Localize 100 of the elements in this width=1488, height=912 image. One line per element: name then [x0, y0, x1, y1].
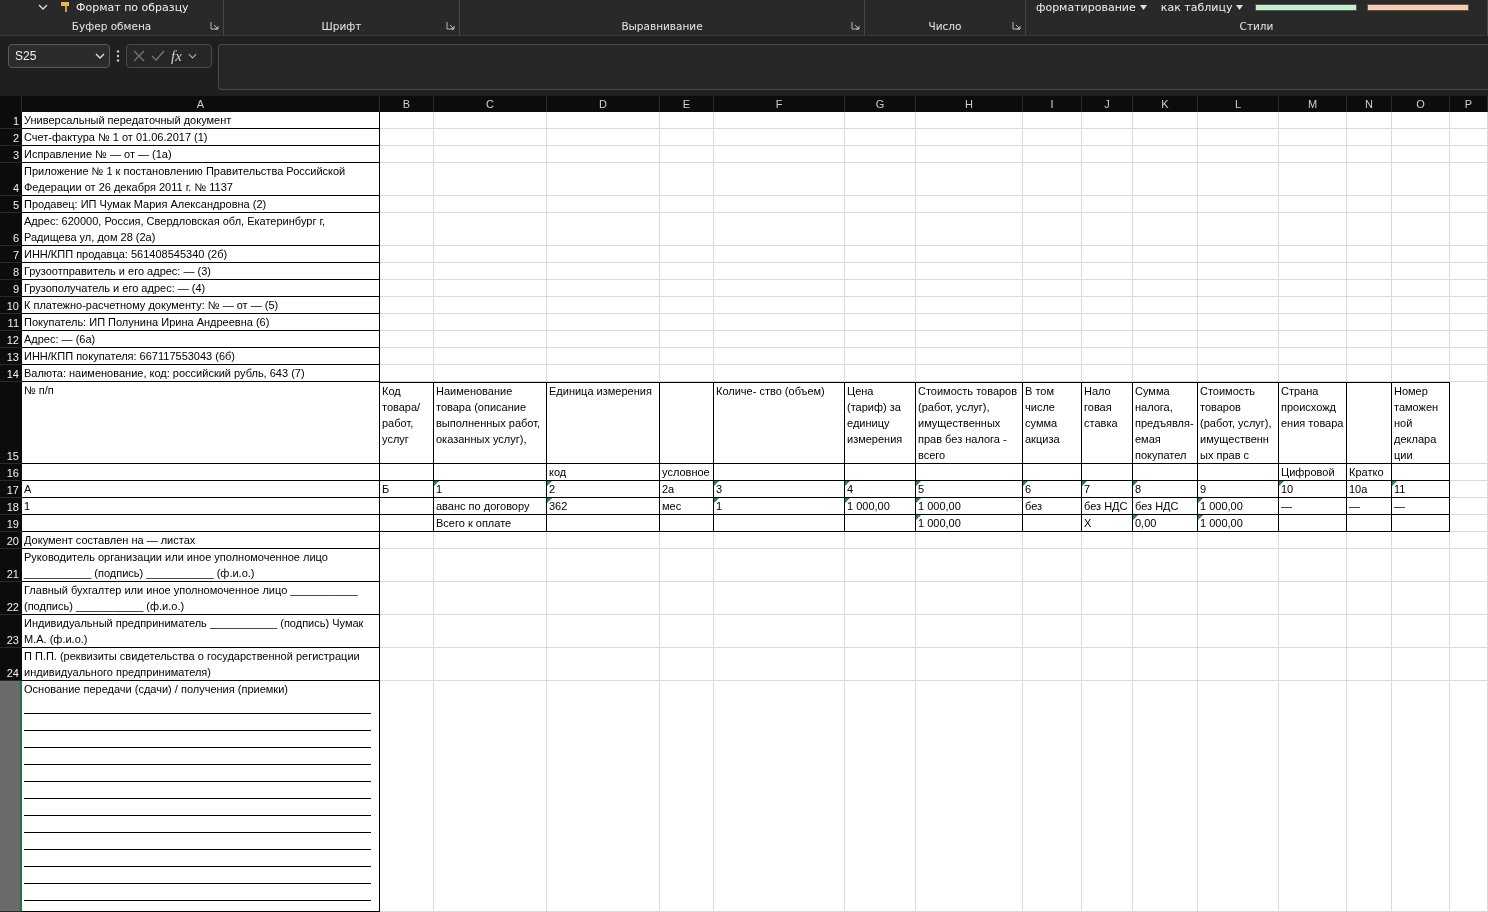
insert-function-button[interactable]: fx [171, 47, 182, 65]
table-cell: Нало говая ставка [1082, 382, 1133, 464]
table-cell: 8 [1133, 481, 1198, 498]
table-cell: К платежно-расчетному документу: № — от — (5) [22, 297, 380, 314]
table-cell: 7 [1082, 481, 1133, 498]
table-cell: — [1347, 498, 1392, 515]
table-cell: без НДС [1133, 498, 1198, 515]
table-cell: 4 [845, 481, 916, 498]
table-cell: Грузоотправитель и его адрес: — (3) [22, 263, 380, 280]
table-cell: 1 [434, 481, 547, 498]
row-header[interactable]: 9 [0, 280, 22, 297]
table-cell: Стоимость товаров (работ, услуг), имущественных прав без налога - всего [916, 382, 1023, 464]
format-painter-button[interactable]: Формат по образцу [58, 0, 191, 14]
table-cell: Главный бухгалтер или иное уполномоченное лицо ___________ (подпись) ___________ (ф.и.о.) [22, 582, 380, 615]
row-header[interactable]: 19 [0, 515, 22, 532]
table-cell: Наименование товара (описание выполненных работ, оказанных услуг), [434, 382, 547, 464]
table-cell: условное [660, 464, 714, 481]
row-header[interactable]: 22 [0, 582, 22, 615]
ribbon-group-label: Число [928, 20, 962, 32]
caret-icon [1139, 4, 1147, 10]
table-cell: — [1279, 498, 1347, 515]
dialog-launcher-icon[interactable] [851, 21, 860, 30]
table-cell: Сумма налога, предъявля- емая покупател [1133, 382, 1198, 464]
row-header[interactable]: 6 [0, 213, 22, 246]
table-cell: 362 [547, 498, 660, 515]
table-cell: ИНН/КПП продавца: 561408545340 (2б) [22, 246, 380, 263]
row-header[interactable]: 7 [0, 246, 22, 263]
formula-input[interactable] [218, 44, 1488, 90]
table-cell: Продавец: ИП Чумак Мария Александровна (2) [22, 196, 380, 213]
table-cell: Страна происхожд ения товара [1279, 382, 1347, 464]
conditional-formatting-button[interactable]: форматирование [1034, 0, 1149, 14]
table-cell: 1 000,00 [1198, 498, 1279, 515]
table-cell: Стоимость товаров (работ, услуг), имущественн ых прав с [1198, 382, 1279, 464]
ribbon-group-label: Выравнивание [621, 20, 703, 32]
table-cell: П П.П. (реквизиты свидетельства о государственной регистрации индивидуального предпринимателя) [22, 648, 380, 681]
row-header[interactable]: 16 [0, 464, 22, 481]
row-header[interactable]: 18 [0, 498, 22, 515]
table-cell: Цена (тариф) за единицу измерения [845, 382, 916, 464]
row-header[interactable]: 13 [0, 348, 22, 365]
dialog-launcher-icon[interactable] [1012, 21, 1021, 30]
table-cell: мес [660, 498, 714, 515]
row-header[interactable]: 20 [0, 532, 22, 549]
table-cell: Счет-фактура № 1 от 01.06.2017 (1) [22, 129, 380, 146]
table-cell: ИНН/КПП покупателя: 667117553043 (6б) [22, 348, 380, 365]
table-cell: Основание передачи (сдачи) / получения (приемки) [22, 681, 380, 912]
table-cell: Количе- ство (объем) [714, 382, 845, 464]
table-cell: Адрес: — (6а) [22, 331, 380, 348]
table-cell: 3 [714, 481, 845, 498]
table-cell: — [1392, 498, 1450, 515]
chevron-down-icon [95, 53, 105, 59]
dialog-launcher-icon[interactable] [210, 21, 219, 30]
row-header[interactable]: 4 [0, 163, 22, 196]
cell-style-swatch[interactable] [1255, 3, 1358, 11]
table-cell: Всего к оплате [434, 515, 547, 532]
row-header[interactable]: 14 [0, 365, 22, 382]
row-header[interactable]: 5 [0, 196, 22, 213]
row-header[interactable]: 15 [0, 382, 22, 464]
row-header[interactable]: 2 [0, 129, 22, 146]
more-options-icon[interactable] [116, 50, 120, 62]
cell-style-swatch[interactable] [1367, 3, 1470, 11]
table-cell: 2а [660, 481, 714, 498]
ribbon-group-label: Стили [1239, 20, 1274, 32]
row-header[interactable]: 11 [0, 314, 22, 331]
ribbon-group-label: Шрифт [321, 20, 362, 32]
dialog-launcher-icon[interactable] [446, 21, 455, 30]
close-icon[interactable] [133, 50, 145, 62]
format-as-table-button[interactable]: как таблицу [1158, 0, 1246, 14]
table-cell: 2 [547, 481, 660, 498]
table-cell: А [22, 481, 380, 498]
row-header[interactable]: 8 [0, 263, 22, 280]
table-cell: Грузополучатель и его адрес: — (4) [22, 280, 380, 297]
table-cell: Исправление № — от — (1а) [22, 146, 380, 163]
table-cell: Номер таможен ной деклара ции [1392, 382, 1450, 464]
row-header[interactable]: 12 [0, 331, 22, 348]
row-header[interactable]: 10 [0, 297, 22, 314]
table-cell: без НДС [1082, 498, 1133, 515]
table-cell: Цифровой [1279, 464, 1347, 481]
row-header[interactable]: 3 [0, 146, 22, 163]
table-cell: 5 [916, 481, 1023, 498]
table-cell: Б [380, 481, 434, 498]
table-cell: 1 [22, 498, 380, 515]
row-header[interactable]: 1 [0, 112, 22, 129]
table-cell: Единица измерения [547, 382, 660, 464]
table-cell: Кратко [1347, 464, 1392, 481]
table-cell: 1 000,00 [916, 515, 1023, 532]
chevron-down-icon[interactable] [187, 53, 197, 59]
row-header[interactable]: 23 [0, 615, 22, 648]
row-header[interactable]: 21 [0, 549, 22, 582]
table-cell: без [1023, 498, 1082, 515]
table-cell: В том числе сумма акциза [1023, 382, 1082, 464]
table-cell: 0,00 [1133, 515, 1198, 532]
table-cell: 6 [1023, 481, 1082, 498]
row-header[interactable]: 17 [0, 481, 22, 498]
table-cell: Код товара/ работ, услуг [380, 382, 434, 464]
table-cell: 11 [1392, 481, 1450, 498]
row-header[interactable]: 24 [0, 648, 22, 681]
ribbon-group-label: Буфер обмена [71, 20, 152, 32]
name-box[interactable]: S25 [8, 44, 110, 68]
checkmark-icon[interactable] [151, 50, 165, 62]
paintbrush-icon [60, 1, 72, 13]
